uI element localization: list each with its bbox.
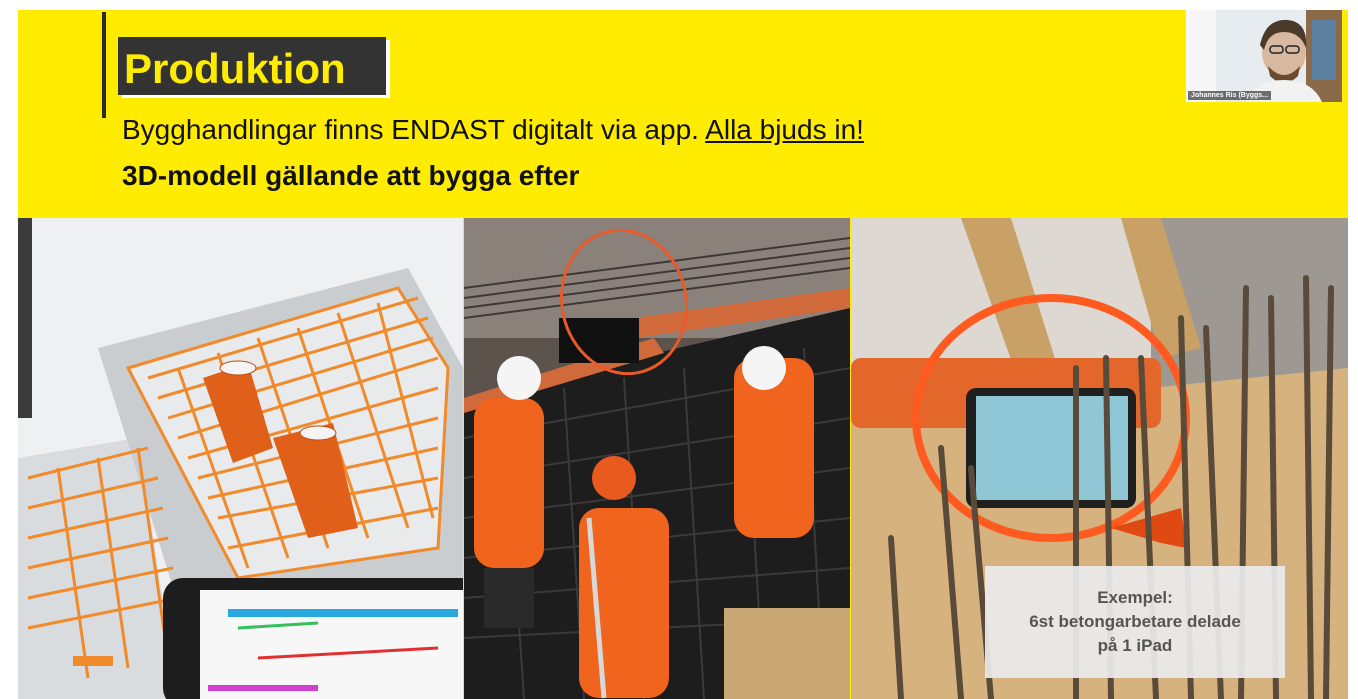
title-accent-line bbox=[102, 12, 106, 118]
example-line-2: 6st betongarbetare delade bbox=[1029, 612, 1241, 631]
slide-subtitle-bold: 3D-modell gällande att bygga efter bbox=[122, 160, 580, 191]
photo-3d-model bbox=[18, 218, 463, 699]
webcam-video bbox=[1186, 10, 1342, 102]
example-line-3: på 1 iPad bbox=[1097, 636, 1173, 655]
presentation-slide: Produktion Bygghandlingar finns ENDAST d… bbox=[18, 10, 1348, 699]
webcam-thumbnail[interactable]: Johannes Ris (Byggs... bbox=[1186, 10, 1342, 102]
photo-workers-rebar bbox=[464, 218, 850, 699]
slide-subtitle: Bygghandlingar finns ENDAST digitalt via… bbox=[122, 114, 864, 146]
example-callout: Exempel: 6st betongarbetare delade på 1 … bbox=[985, 566, 1285, 678]
participant-name: Johannes Ris (Byggs... bbox=[1188, 91, 1272, 100]
subtitle-text: Bygghandlingar finns ENDAST digitalt via… bbox=[122, 114, 699, 145]
slide-title: Produktion bbox=[124, 45, 346, 92]
invite-link[interactable]: Alla bjuds in! bbox=[705, 114, 864, 145]
example-label: Exempel: bbox=[1097, 588, 1173, 607]
